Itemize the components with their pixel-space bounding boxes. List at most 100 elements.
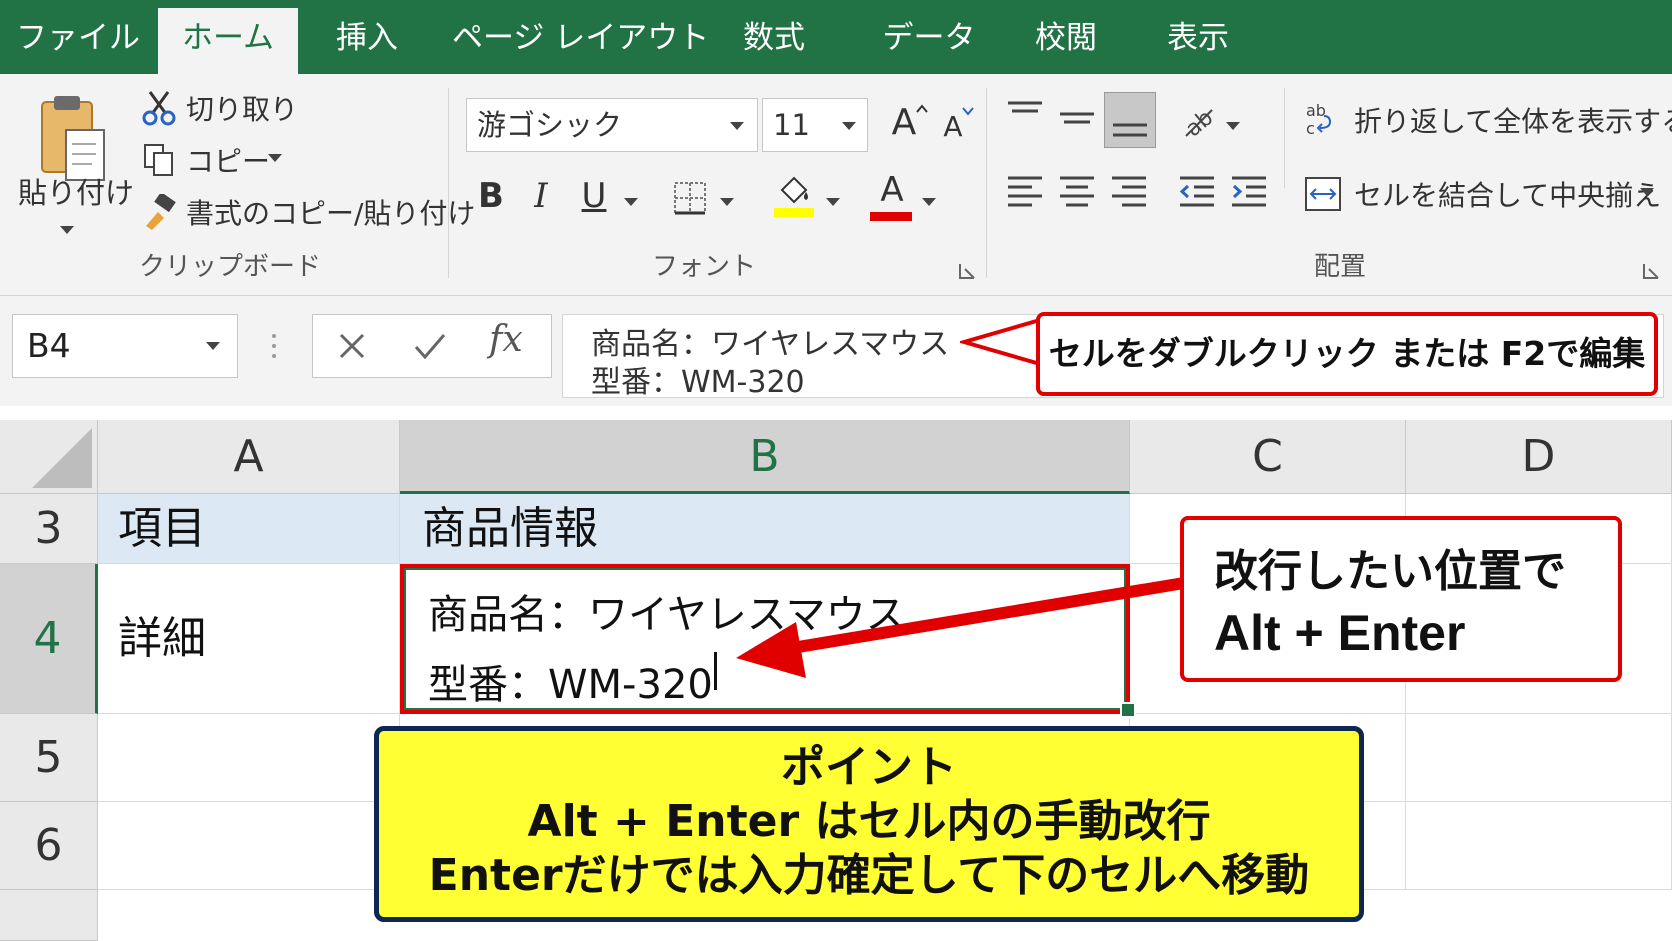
fill-color-icon[interactable] <box>772 174 816 218</box>
merge-center-icon[interactable] <box>1304 176 1342 212</box>
decrease-arrow-icon <box>962 102 974 116</box>
point-line-2: Enterだけでは入力確定して下のセルへ移動 <box>428 850 1310 901</box>
cell-a3[interactable]: 項目 <box>98 494 400 564</box>
name-box[interactable]: B4 <box>12 314 238 378</box>
group-divider <box>448 88 449 278</box>
font-size-dropdown-icon[interactable] <box>842 122 856 130</box>
cell-a6[interactable] <box>98 802 400 890</box>
wrap-text-button[interactable]: 折り返して全体を表示する <box>1354 100 1672 140</box>
orientation-dropdown-icon[interactable] <box>1226 122 1240 130</box>
row-header-6[interactable]: 6 <box>0 802 98 890</box>
row-header-3[interactable]: 3 <box>0 494 98 564</box>
underline-dropdown-icon[interactable] <box>624 198 638 206</box>
cancel-entry-icon[interactable] <box>337 331 367 361</box>
tab-insert[interactable]: 挿入 <box>318 0 416 74</box>
align-center-icon[interactable] <box>1058 174 1096 210</box>
align-top-icon[interactable] <box>1006 100 1044 128</box>
align-middle-icon[interactable] <box>1058 104 1096 136</box>
row-header-5[interactable]: 5 <box>0 714 98 802</box>
group-divider <box>986 88 987 278</box>
merge-center-button[interactable]: セルを結合して中央揃え <box>1354 174 1661 214</box>
point-note: ポイント Alt + Enter はセル内の手動改行 Enterだけでは入力確定… <box>374 726 1364 922</box>
align-bottom-button[interactable] <box>1104 92 1156 148</box>
wrap-text-icon[interactable]: ab c <box>1304 100 1338 140</box>
paste-dropdown-icon[interactable] <box>60 226 74 234</box>
cell-b4-line-2: 型番：WM-320 <box>428 662 713 708</box>
fill-handle[interactable] <box>1120 702 1136 718</box>
row-header-7[interactable] <box>0 890 98 941</box>
edit-hint-callout: セルをダブルクリック または F2で編集 <box>1036 312 1658 396</box>
tab-file[interactable]: ファイル <box>14 0 142 74</box>
borders-icon[interactable] <box>672 180 708 216</box>
font-group-label: フォント <box>651 252 756 282</box>
orientation-icon[interactable]: ab <box>1180 102 1218 142</box>
tab-page-layout[interactable]: ページ レイアウト <box>452 0 709 74</box>
formula-bar-grip-icon[interactable] <box>270 328 278 364</box>
cell-d6[interactable] <box>1406 802 1672 890</box>
column-header-d[interactable]: D <box>1406 420 1672 494</box>
tab-view[interactable]: 表示 <box>1150 0 1246 74</box>
arrow-icon <box>736 576 1191 678</box>
decrease-indent-icon[interactable] <box>1178 174 1216 210</box>
formula-buttons: fx <box>312 314 552 378</box>
copy-dropdown-icon[interactable] <box>268 154 282 162</box>
copy-icon[interactable] <box>142 142 176 178</box>
column-header-a[interactable]: A <box>98 420 400 494</box>
increase-arrow-icon <box>916 98 928 113</box>
tab-formulas[interactable]: 数式 <box>726 0 822 74</box>
fill-color-dropdown-icon[interactable] <box>826 198 840 206</box>
point-line-1: Alt + Enter はセル内の手動改行 <box>527 796 1211 847</box>
text-cursor <box>714 652 717 690</box>
cell-a5[interactable] <box>98 714 400 802</box>
underline-button[interactable]: U <box>576 176 612 216</box>
font-dialog-launcher-icon[interactable] <box>958 262 976 280</box>
ribbon-tab-bar: ファイル ホーム 挿入 ページ レイアウト 数式 データ 校閲 表示 <box>0 0 1672 74</box>
ribbon-home: 貼り付け 切り取り コピー 書式のコピー/貼り付け クリップボード 游ゴシック … <box>0 74 1672 296</box>
align-bottom-icon <box>1113 123 1147 137</box>
scissors-icon[interactable] <box>142 90 176 126</box>
name-box-value: B4 <box>27 326 71 365</box>
tab-review[interactable]: 校閲 <box>1018 0 1114 74</box>
font-name-select[interactable]: 游ゴシック <box>466 98 758 152</box>
increase-indent-icon[interactable] <box>1230 174 1268 210</box>
alt-enter-line-2: Alt + Enter <box>1214 605 1466 661</box>
align-right-icon[interactable] <box>1110 174 1148 210</box>
column-header-b[interactable]: B <box>400 420 1130 494</box>
font-size-value: 11 <box>773 108 810 142</box>
group-divider <box>1284 88 1285 188</box>
tab-data[interactable]: データ <box>866 0 992 74</box>
alt-enter-callout: 改行したい位置で Alt + Enter <box>1180 516 1622 682</box>
paste-label[interactable]: 貼り付け <box>18 170 134 212</box>
wrap-icon-glyph: ab <box>1306 101 1326 120</box>
alt-enter-line-1: 改行したい位置で <box>1214 546 1566 597</box>
name-box-dropdown-icon[interactable] <box>206 342 220 350</box>
format-painter-icon[interactable] <box>142 191 178 230</box>
cut-button[interactable]: 切り取り <box>186 88 298 128</box>
formula-bar: B4 fx 商品名：ワイヤレスマウス 型番：WM-320 セルをダブルクリック … <box>0 296 1672 406</box>
insert-function-button[interactable]: fx <box>489 319 523 360</box>
clipboard-group-label: クリップボード <box>138 252 321 282</box>
svg-text:c: c <box>1306 119 1315 138</box>
font-color-button[interactable]: A <box>872 170 912 210</box>
borders-dropdown-icon[interactable] <box>720 198 734 206</box>
copy-button[interactable]: コピー <box>186 140 270 180</box>
cell-b3[interactable]: 商品情報 <box>400 494 1130 564</box>
font-color-dropdown-icon[interactable] <box>922 198 936 206</box>
confirm-entry-icon[interactable] <box>413 331 447 361</box>
font-name-dropdown-icon[interactable] <box>730 122 744 130</box>
tab-home[interactable]: ホーム <box>158 8 298 74</box>
cell-d5[interactable] <box>1406 714 1672 802</box>
row-header-4[interactable]: 4 <box>0 564 98 714</box>
align-left-icon[interactable] <box>1006 174 1044 210</box>
bold-button[interactable]: B <box>474 176 508 216</box>
column-header-c[interactable]: C <box>1130 420 1406 494</box>
alignment-group-label: 配置 <box>1313 252 1366 282</box>
italic-button[interactable]: I <box>524 176 558 216</box>
alignment-dialog-launcher-icon[interactable] <box>1642 262 1660 280</box>
merge-center-dropdown-icon[interactable] <box>1640 188 1654 196</box>
format-painter-button[interactable]: 書式のコピー/貼り付け <box>186 192 475 232</box>
cell-a4[interactable]: 詳細 <box>98 564 400 714</box>
formula-line-2: 型番：WM-320 <box>591 365 805 400</box>
select-all-corner[interactable] <box>0 420 98 494</box>
font-color-swatch <box>870 212 912 221</box>
